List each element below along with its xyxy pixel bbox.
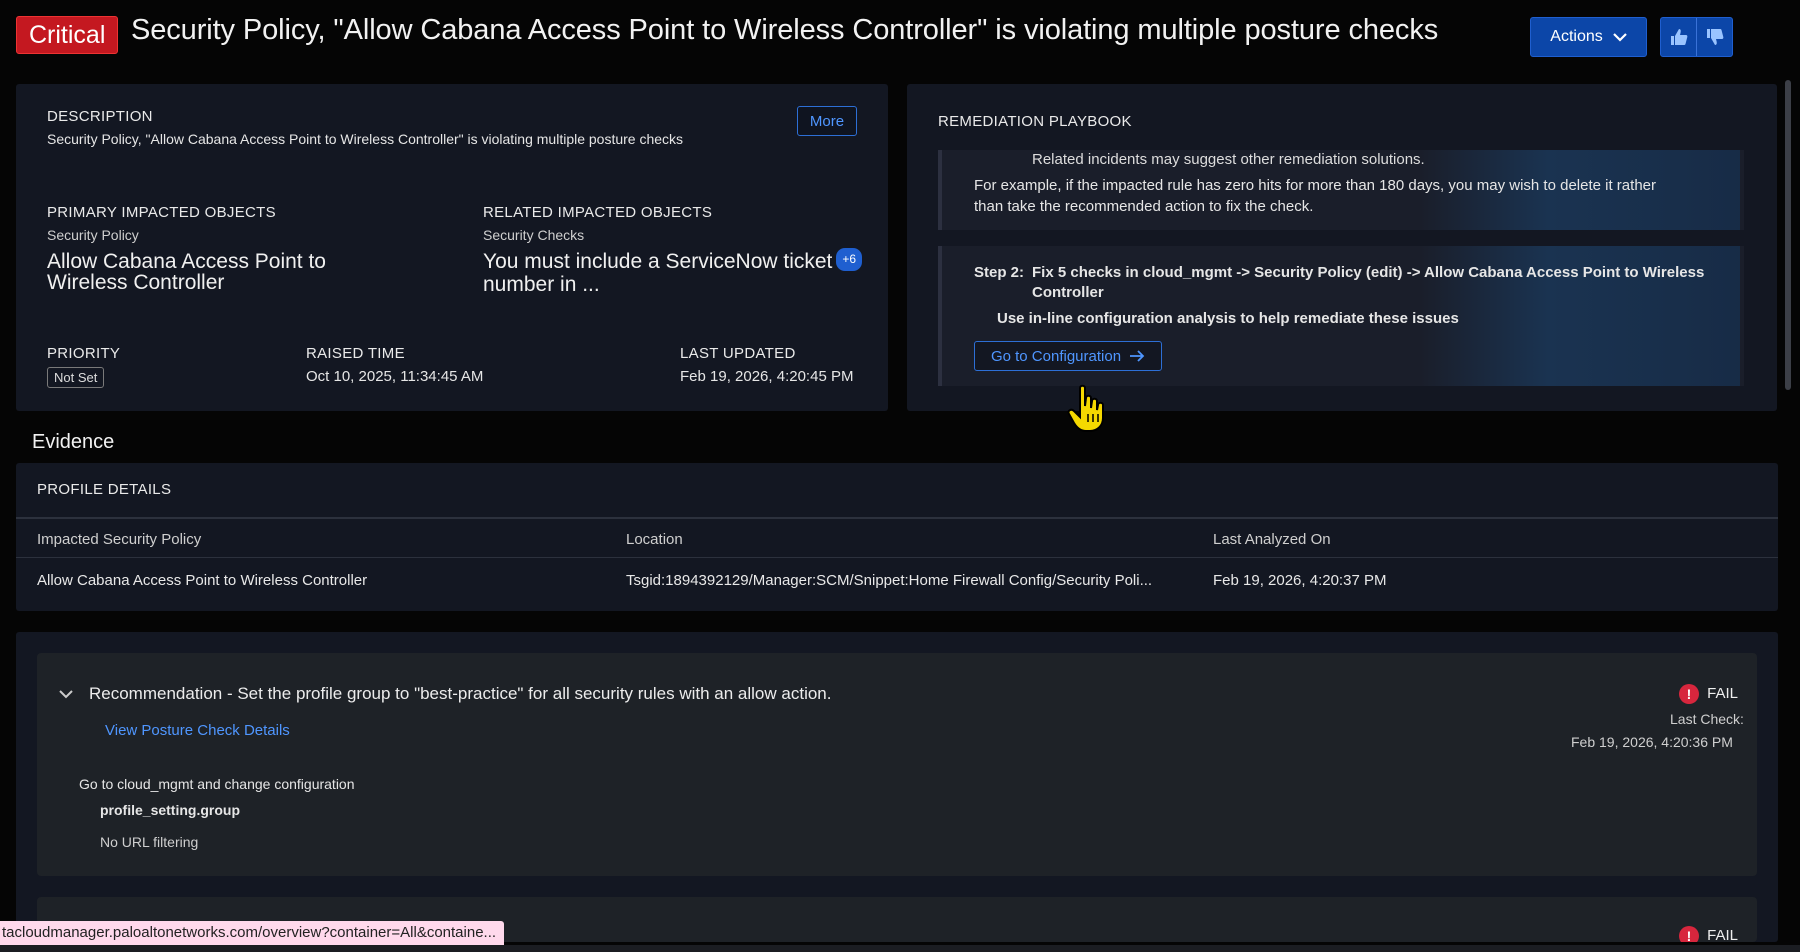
column-header-policy: Impacted Security Policy (37, 531, 202, 548)
arrow-right-icon (1130, 350, 1145, 362)
step-2-prefix: Step 2: (974, 264, 1025, 281)
step-1-example-line-1: For example, if the impacted rule has ze… (974, 177, 1656, 194)
related-impacted-label: RELATED IMPACTED OBJECTS (483, 204, 713, 221)
evidence-title: Evidence (32, 431, 115, 453)
page-bottom-edge (0, 945, 1800, 952)
actions-button[interactable]: Actions (1530, 17, 1647, 57)
cell-location: Tsgid:1894392129/Manager:SCM/Snippet:Hom… (626, 572, 1153, 589)
feedback-buttons (1660, 17, 1733, 57)
last-updated-value: Feb 19, 2026, 4:20:45 PM (680, 368, 854, 385)
related-value-line-1-wrap: You must include a ServiceNow ticket +6 (483, 248, 863, 274)
playbook-label: REMEDIATION PLAYBOOK (938, 113, 1132, 130)
related-impacted-type: Security Checks (483, 227, 585, 243)
description-text: Security Policy, "Allow Cabana Access Po… (47, 131, 684, 147)
status-text: FAIL (1707, 684, 1739, 702)
go-to-configuration-label: Go to Configuration (990, 347, 1122, 365)
thumbs-up-button[interactable] (1661, 18, 1697, 56)
chevron-down-icon (1612, 33, 1627, 42)
go-to-configuration-button[interactable]: Go to Configuration (974, 341, 1162, 371)
next-status-text: FAIL (1707, 926, 1739, 942)
last-check-label: Last Check: (1670, 711, 1744, 727)
thumbs-down-icon (1706, 29, 1723, 45)
last-check-value: Feb 19, 2026, 4:20:36 PM (1571, 734, 1733, 750)
recommendation-title[interactable]: Recommendation - Set the profile group t… (89, 684, 831, 704)
error-icon: ! (1679, 684, 1699, 704)
more-button[interactable]: More (797, 106, 857, 136)
browser-status-url: tacloudmanager.paloaltonetworks.com/over… (0, 921, 505, 945)
recommendation-status: ! FAIL (1679, 684, 1738, 704)
thumbs-up-icon (1670, 29, 1687, 45)
step-2-subtext: Use in-line configuration analysis to he… (997, 310, 1459, 327)
raised-time-label: RAISED TIME (306, 345, 405, 362)
error-icon: ! (1679, 926, 1699, 942)
next-recommendation-status: ! FAIL (1679, 926, 1738, 942)
related-value-line-1: You must include a ServiceNow ticket (483, 250, 833, 274)
table-header-divider (16, 517, 1778, 519)
primary-impacted-type: Security Policy (47, 227, 139, 243)
severity-badge: Critical (16, 16, 119, 54)
cell-policy: Allow Cabana Access Point to Wireless Co… (37, 572, 368, 589)
playbook-scrollbar[interactable] (1785, 80, 1791, 390)
primary-impacted-value[interactable]: Allow Cabana Access Point to Wireless Co… (47, 251, 326, 293)
step-1-partial: Related incidents may suggest other reme… (1032, 151, 1425, 168)
thumbs-down-button[interactable] (1697, 18, 1732, 56)
related-value-line-2: number in ... (483, 273, 600, 296)
related-count-badge[interactable]: +6 (836, 248, 863, 271)
page-title: Security Policy, "Allow Cabana Access Po… (131, 14, 1439, 46)
last-updated-label: LAST UPDATED (680, 345, 796, 362)
column-header-last-analyzed: Last Analyzed On (1213, 531, 1331, 548)
raised-time-value: Oct 10, 2025, 11:34:45 AM (306, 368, 484, 385)
column-header-location: Location (626, 531, 683, 548)
step-2-text-line-1: Fix 5 checks in cloud_mgmt -> Security P… (1032, 264, 1705, 281)
priority-label: PRIORITY (47, 345, 121, 362)
related-impacted-value[interactable]: You must include a ServiceNow ticket +6 n… (483, 248, 863, 296)
actions-label: Actions (1550, 28, 1603, 45)
table-row[interactable]: Allow Cabana Access Point to Wireless Co… (16, 558, 1778, 610)
view-posture-check-link[interactable]: View Posture Check Details (105, 722, 290, 739)
go-to-cloud-mgmt-text: Go to cloud_mgmt and change configuratio… (79, 776, 355, 792)
profile-details-label: PROFILE DETAILS (37, 481, 172, 498)
step-1-example-line-2: than take the recommended action to fix … (974, 198, 1314, 215)
priority-badge: Not Set (47, 367, 105, 388)
primary-impacted-label: PRIMARY IMPACTED OBJECTS (47, 204, 276, 221)
hand-pointer-icon (1067, 384, 1104, 432)
chevron-down-icon[interactable] (59, 689, 73, 699)
profile-setting-value: No URL filtering (100, 834, 199, 850)
primary-value-line-2: Wireless Controller (47, 271, 225, 294)
description-label: DESCRIPTION (47, 108, 153, 125)
cell-last-analyzed: Feb 19, 2026, 4:20:37 PM (1213, 572, 1387, 589)
primary-value-line-1: Allow Cabana Access Point to (47, 250, 326, 273)
profile-setting-name: profile_setting.group (100, 802, 240, 818)
step-2-text-line-2: Controller (1032, 284, 1104, 301)
